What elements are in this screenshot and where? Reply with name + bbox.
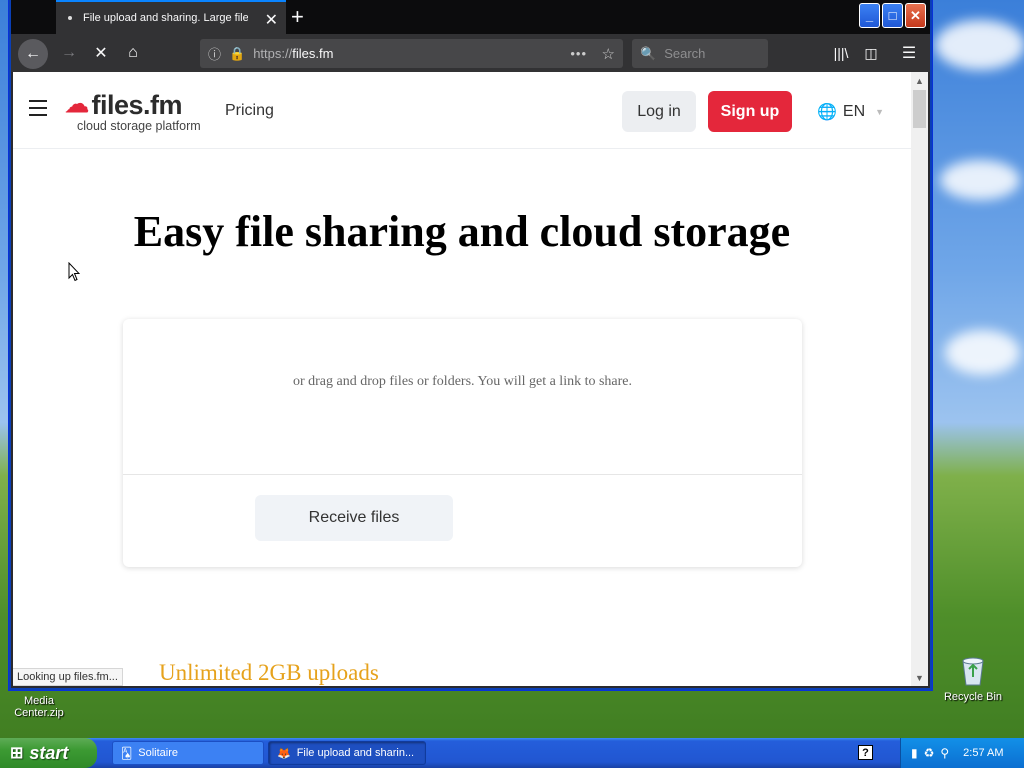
- mouse-cursor-icon: [68, 262, 80, 282]
- tab-title: File upload and sharing. Large file: [83, 12, 248, 24]
- card-divider: [123, 474, 802, 475]
- clock: 2:57 AM: [963, 747, 1004, 759]
- library-icon[interactable]: |||\: [827, 39, 855, 67]
- search-placeholder: Search: [664, 46, 706, 61]
- sky-cloud: [945, 330, 1020, 375]
- site-info-icon[interactable]: ⓘ: [208, 44, 221, 63]
- close-window-button[interactable]: ✕: [905, 3, 926, 28]
- browser-window: File upload and sharing. Large file ✕ + …: [9, 0, 932, 690]
- tab-files-fm[interactable]: File upload and sharing. Large file ✕: [56, 0, 286, 34]
- cloud-logo-icon: ☁: [65, 91, 89, 118]
- files-fm-logo[interactable]: ☁ files.fm cloud storage platform: [65, 90, 201, 134]
- sky-cloud: [935, 20, 1024, 70]
- chevron-down-icon: ▼: [875, 107, 885, 117]
- new-tab-icon[interactable]: +: [291, 4, 304, 30]
- address-bar[interactable]: ⓘ 🔒 https:// files.fm ••• ☆: [200, 39, 623, 68]
- desktop-icon-media-center[interactable]: Media Center.zip: [4, 695, 74, 719]
- globe-icon: 🌐: [817, 104, 837, 121]
- signup-button[interactable]: Sign up: [708, 91, 792, 132]
- stop-loading-icon[interactable]: ✕: [87, 39, 115, 67]
- network-icon[interactable]: ♻: [924, 746, 935, 760]
- hero-title: Easy file sharing and cloud storage: [133, 207, 791, 256]
- back-arrow-icon[interactable]: ←: [18, 39, 48, 69]
- solitaire-icon: 🂡: [121, 747, 133, 760]
- status-bar: Looking up files.fm...: [13, 668, 123, 686]
- page-viewport: ☁ files.fm cloud storage platform Pricin…: [13, 72, 911, 686]
- firefox-icon: 🦊: [277, 747, 291, 760]
- start-button[interactable]: ⊞ start: [0, 738, 97, 768]
- taskbar-item-solitaire[interactable]: 🂡 Solitaire: [112, 741, 264, 765]
- close-tab-icon[interactable]: ✕: [265, 10, 278, 30]
- start-label: start: [29, 742, 69, 763]
- site-header: ☁ files.fm cloud storage platform Pricin…: [13, 72, 911, 149]
- pricing-link[interactable]: Pricing: [225, 102, 274, 120]
- maximize-window-button[interactable]: □: [882, 3, 903, 28]
- loading-indicator-icon: [68, 16, 72, 20]
- site-menu-icon[interactable]: [29, 100, 47, 116]
- search-input[interactable]: 🔍 Search: [632, 39, 768, 68]
- language-code: EN: [842, 103, 866, 120]
- upload-dropzone[interactable]: or drag and drop files or folders. You w…: [123, 319, 802, 567]
- receive-files-button[interactable]: Receive files: [255, 495, 453, 541]
- windows-flag-icon: ⊞: [10, 745, 24, 762]
- search-tray-icon[interactable]: ⚲: [940, 746, 949, 760]
- system-tray: ▮ ♻ ⚲ 2:57 AM: [900, 738, 1024, 768]
- promo-heading: Unlimited 2GB uploads: [159, 660, 379, 685]
- url-scheme: https://: [253, 46, 293, 61]
- forward-arrow-icon[interactable]: →: [55, 39, 83, 67]
- desktop-icon-recycle-bin[interactable]: Recycle Bin: [938, 655, 1008, 703]
- login-button[interactable]: Log in: [622, 91, 696, 132]
- hamburger-menu-icon[interactable]: ☰: [895, 39, 923, 67]
- upload-hint: or drag and drop files or folders. You w…: [292, 374, 633, 389]
- taskbar-item-label: File upload and sharin...: [296, 747, 415, 759]
- page-scrollbar[interactable]: ▲ ▼: [911, 72, 928, 686]
- scrollbar-thumb[interactable]: [913, 90, 926, 128]
- bookmark-star-icon[interactable]: ☆: [602, 45, 615, 63]
- language-selector[interactable]: 🌐 EN ▼: [817, 102, 884, 122]
- taskbar-item-browser[interactable]: 🦊 File upload and sharin...: [268, 741, 426, 765]
- minimize-window-button[interactable]: _: [859, 3, 880, 28]
- url-host: files.fm: [292, 46, 334, 61]
- recycle-bin-icon: [957, 655, 989, 687]
- taskbar-item-label: Solitaire: [138, 747, 179, 759]
- logo-text: files.fm: [91, 90, 183, 120]
- monitor-icon[interactable]: ▮: [911, 746, 918, 760]
- navigation-toolbar: ← → ✕ ⌂ ⓘ 🔒 https:// files.fm ••• ☆ 🔍 Se…: [11, 34, 930, 72]
- desktop-icon-label: Media Center.zip: [14, 695, 64, 719]
- logo-tagline: cloud storage platform: [77, 119, 201, 133]
- tab-bar: File upload and sharing. Large file ✕ + …: [11, 0, 930, 34]
- home-icon[interactable]: ⌂: [119, 39, 147, 67]
- search-icon: 🔍: [640, 45, 657, 61]
- taskbar: ⊞ start 🂡 Solitaire 🦊 File upload and sh…: [0, 738, 1024, 768]
- scroll-up-icon[interactable]: ▲: [911, 72, 928, 89]
- scroll-down-icon[interactable]: ▼: [911, 669, 928, 686]
- page-actions-icon[interactable]: •••: [570, 46, 587, 61]
- sidebar-toggle-icon[interactable]: ◫: [857, 39, 885, 67]
- lock-icon: 🔒: [229, 45, 246, 61]
- help-icon[interactable]: ?: [858, 745, 873, 760]
- sky-cloud: [940, 160, 1020, 200]
- desktop-icon-label: Recycle Bin: [943, 691, 1003, 703]
